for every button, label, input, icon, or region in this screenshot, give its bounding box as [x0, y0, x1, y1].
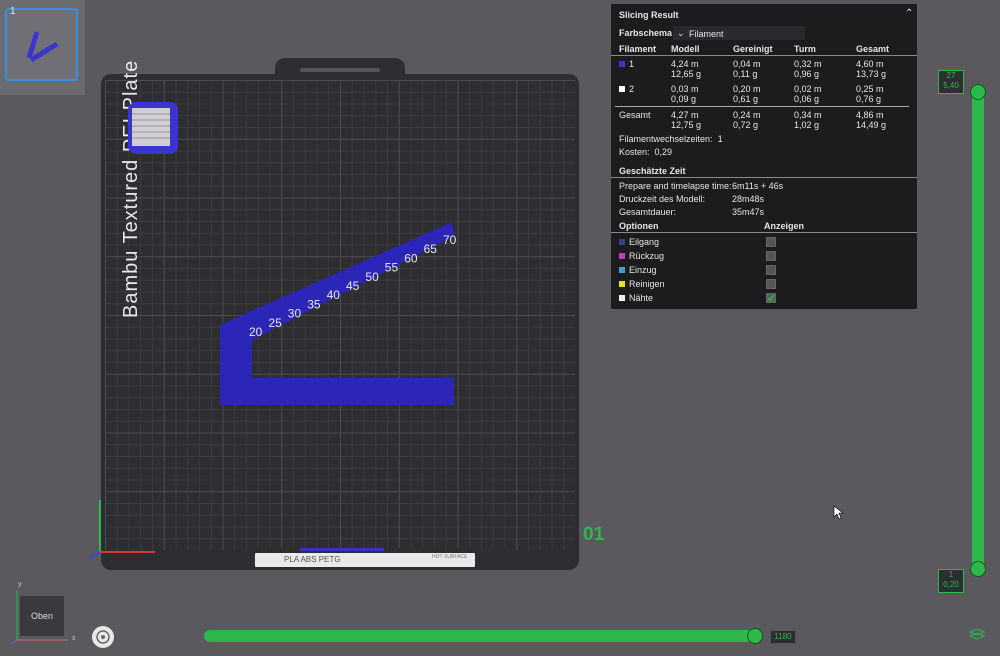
step-labels: 20 25 30 35 40 45 50 55 60 65 70 — [249, 233, 457, 339]
step-label: 45 — [346, 279, 360, 293]
color-scheme-value: Filament — [689, 29, 724, 39]
time-total-label: Gesamtdauer: — [619, 207, 677, 217]
step-label: 55 — [385, 261, 399, 275]
options-header: Optionen — [619, 221, 659, 231]
show-header: Anzeigen — [764, 221, 805, 231]
filament-2-swatch — [619, 86, 625, 92]
einzug-checkbox[interactable] — [766, 265, 776, 275]
time-print-label: Druckzeit des Modell: — [619, 194, 706, 204]
step-label: 70 — [443, 233, 457, 247]
mouse-cursor-icon — [833, 505, 844, 520]
filament-2-id: 2 — [619, 84, 634, 94]
step-label: 65 — [424, 242, 438, 256]
layer-slider-track[interactable] — [972, 88, 984, 572]
col-modell: Modell — [671, 44, 700, 54]
check-icon — [767, 294, 775, 302]
naehte-swatch — [619, 295, 625, 301]
y-axis — [89, 551, 101, 559]
col-gereinigt: Gereinigt — [733, 44, 773, 54]
step-label: 50 — [365, 270, 379, 284]
reinigen-swatch — [619, 281, 625, 287]
model-ramp — [220, 222, 454, 340]
filament-2-turm: 0,02 m 0,06 g — [794, 84, 822, 104]
col-gesamt: Gesamt — [856, 44, 890, 54]
step-label: 60 — [404, 251, 418, 265]
option-rueckzug: Rückzug — [619, 251, 664, 261]
divider — [611, 232, 917, 233]
time-print-value: 28m48s — [732, 194, 765, 204]
layer-slider-top-handle[interactable] — [970, 84, 986, 100]
total-label: Gesamt — [619, 110, 651, 120]
divider — [615, 106, 909, 107]
option-einzug: Einzug — [619, 265, 657, 275]
reinigen-checkbox[interactable] — [766, 279, 776, 289]
filament-1-modell: 4,24 m 12,65 g — [671, 59, 702, 79]
rueckzug-swatch — [619, 253, 625, 259]
step-label: 30 — [288, 307, 302, 321]
filament-1-gesamt: 4,60 m 13,73 g — [856, 59, 887, 79]
collapse-icon[interactable]: ⌃ — [905, 8, 913, 19]
total-gereinigt: 0,24 m 0,72 g — [733, 110, 761, 130]
total-turm: 0,34 m 1,02 g — [794, 110, 822, 130]
filament-1-swatch — [619, 61, 625, 67]
move-slider-value: 1180 — [770, 630, 796, 644]
eilgang-checkbox[interactable] — [766, 237, 776, 247]
filament-changes: Filamentwechselzeiten: 1 — [619, 134, 723, 144]
step-label: 35 — [307, 297, 321, 311]
total-modell: 4,27 m 12,75 g — [671, 110, 702, 130]
move-slider-handle[interactable] — [747, 628, 763, 644]
layer-slider-top-label: 27 5,40 — [938, 70, 964, 94]
filament-1-gereinigt: 0,04 m 0,11 g — [733, 59, 761, 79]
filament-2-modell: 0,03 m 0,09 g — [671, 84, 699, 104]
reset-view-icon — [92, 626, 114, 648]
time-total-value: 35m47s — [732, 207, 765, 217]
estimated-time-title: Geschätzte Zeit — [619, 166, 686, 176]
cost: Kosten: 0,29 — [619, 147, 673, 157]
eilgang-swatch — [619, 239, 625, 245]
rueckzug-checkbox[interactable] — [766, 251, 776, 261]
option-naehte: Nähte — [619, 293, 653, 303]
view-cube[interactable]: Oben — [20, 596, 64, 636]
view-y-label: y — [18, 581, 22, 588]
color-scheme-select[interactable]: ⌄ Filament — [673, 26, 805, 40]
filament-1-turm: 0,32 m 0,96 g — [794, 59, 822, 79]
color-scheme-label: Farbschema — [619, 28, 673, 38]
layer-slider-bottom-label: 1 0,20 — [938, 569, 964, 593]
layer-slider-bottom-handle[interactable] — [970, 561, 986, 577]
step-label: 25 — [268, 316, 282, 330]
step-label: 20 — [249, 325, 263, 339]
filament-2-gesamt: 0,25 m 0,76 g — [856, 84, 884, 104]
option-reinigen: Reinigen — [619, 279, 665, 289]
divider — [611, 55, 917, 56]
time-prepare-value: 6m11s + 46s — [732, 181, 784, 191]
view-x-label: x — [72, 635, 76, 642]
slicing-result-panel: Slicing Result ⌃ Farbschema ⌄ Filament F… — [611, 4, 917, 309]
panel-title: Slicing Result — [619, 10, 679, 20]
col-turm: Turm — [794, 44, 816, 54]
total-gesamt: 4,86 m 14,49 g — [856, 110, 887, 130]
divider — [611, 177, 917, 178]
time-prepare-label: Prepare and timelapse time: — [619, 181, 732, 191]
view-z-axis — [11, 639, 18, 645]
layers-icon — [968, 628, 986, 640]
naehte-checkbox[interactable] — [766, 293, 776, 303]
einzug-swatch — [619, 267, 625, 273]
chevron-down-icon: ⌄ — [677, 28, 685, 38]
filament-1-id: 1 — [619, 59, 634, 69]
step-label: 40 — [327, 288, 341, 302]
move-slider-track[interactable] — [204, 630, 760, 642]
col-filament: Filament — [619, 44, 657, 54]
option-eilgang: Eilgang — [619, 237, 659, 247]
filament-2-gereinigt: 0,20 m 0,61 g — [733, 84, 761, 104]
